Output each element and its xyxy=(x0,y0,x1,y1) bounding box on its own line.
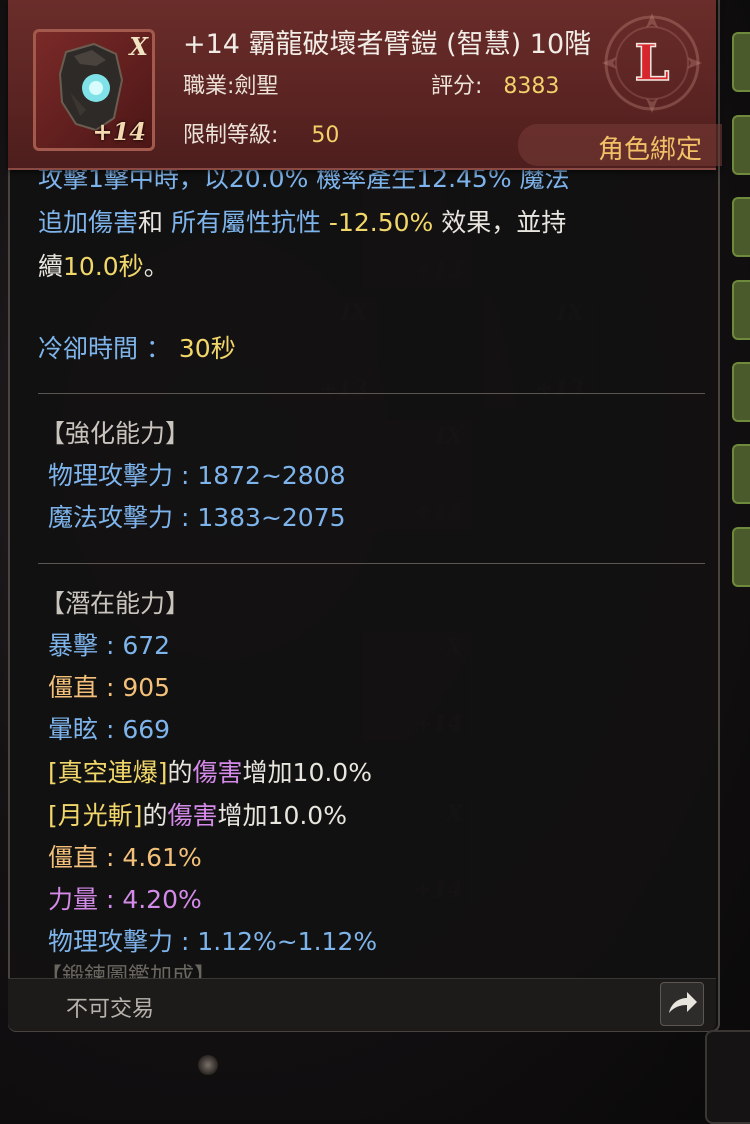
class-value: 劍聖 xyxy=(234,74,279,99)
potential-stat-crit: 暴擊 : 672 xyxy=(48,631,171,660)
level-value: 50 xyxy=(311,123,340,148)
item-icon-slot[interactable]: X +14 xyxy=(33,29,155,151)
share-arrow-icon xyxy=(669,992,697,1013)
side-tab[interactable] xyxy=(732,32,750,92)
effect-resist-value: -12.50% xyxy=(320,208,434,237)
effect-duration-value: 10.0秒 xyxy=(63,252,144,281)
score-value: 8383 xyxy=(503,74,560,99)
glow-dot xyxy=(198,1055,218,1075)
bind-status-badge: 角色綁定 xyxy=(518,124,722,166)
level-label: 限制等級: xyxy=(183,123,279,148)
item-enhance-label: +14 xyxy=(92,117,146,146)
potential-skill1-row: [真空連爆]的傷害增加10.0% xyxy=(48,752,372,794)
bind-status-label: 角色綁定 xyxy=(597,135,702,165)
enhance-stat-matk: 魔法攻擊力 : 1383~2075 xyxy=(48,503,346,532)
side-tab[interactable] xyxy=(732,115,750,175)
divider xyxy=(38,393,705,394)
effect-type-text: 追加傷害 xyxy=(38,208,139,237)
level-row: 限制等級: 50 xyxy=(183,117,339,149)
class-row: 職業:劍聖 xyxy=(183,68,278,100)
share-button[interactable] xyxy=(660,982,704,1026)
side-tab[interactable] xyxy=(732,197,750,257)
enhance-heading: 【強化能力】 xyxy=(40,419,191,448)
effect-dur-suffix: 。 xyxy=(143,252,169,281)
skill1-tail: 增加10.0% xyxy=(242,758,372,787)
potential-pct-str: 力量 : 4.20% xyxy=(48,885,202,914)
side-tab[interactable] xyxy=(732,362,750,422)
cooldown-label: 冷卻時間 ： xyxy=(38,334,171,363)
tooltip-footer: 不可交易 xyxy=(8,978,716,1031)
skill1-mid: 的 xyxy=(167,758,193,787)
potential-pct-patk: 物理攻擊力 : 1.12%~1.12% xyxy=(48,927,378,956)
side-tab[interactable] xyxy=(732,444,750,504)
skill2-dmg: 傷害 xyxy=(167,801,218,830)
side-panel-edge xyxy=(705,1030,750,1124)
enhance-stat-patk: 物理攻擊力 : 1872~2808 xyxy=(48,461,346,490)
skill2-tail: 增加10.0% xyxy=(217,801,347,830)
item-tier-label: X xyxy=(129,32,148,61)
svg-text:L: L xyxy=(634,33,669,92)
skill2-mid: 的 xyxy=(142,801,168,830)
score-row: 評分: 8383 xyxy=(431,68,559,100)
effect-tail-text: 效果，並持 xyxy=(433,208,567,237)
score-label: 評分: xyxy=(431,74,483,99)
grade-emblem-icon: L xyxy=(590,8,710,118)
effect-line-1: 追加傷害和 所有屬性抗性 -12.50% 效果，並持 xyxy=(38,202,566,244)
skill1-name: [真空連爆] xyxy=(48,758,168,787)
skill1-dmg: 傷害 xyxy=(192,758,243,787)
class-label: 職業: xyxy=(183,74,235,99)
cooldown-value: 30秒 xyxy=(178,334,236,363)
potential-stat-stun: 暈眩 : 669 xyxy=(48,715,171,744)
potential-stat-stiff: 僵直 : 905 xyxy=(48,673,171,702)
side-tab[interactable] xyxy=(732,280,750,340)
effect-dur-prefix: 續 xyxy=(38,252,64,281)
effect-line-2: 續10.0秒。 xyxy=(38,246,169,288)
divider xyxy=(38,563,705,564)
side-tab[interactable] xyxy=(732,527,750,587)
potential-heading: 【潛在能力】 xyxy=(40,589,191,618)
effect-resist-text: 所有屬性抗性 xyxy=(170,208,321,237)
item-name: +14 霸龍破壞者臂鎧 (智慧) 10階 xyxy=(183,29,592,60)
skill2-name: [月光斬] xyxy=(48,801,143,830)
cooldown-row: 冷卻時間 ： 30秒 xyxy=(38,328,236,370)
potential-skill2-row: [月光斬]的傷害增加10.0% xyxy=(48,795,347,837)
effect-conj-text: 和 xyxy=(138,208,171,237)
tooltip-header: L X +14 +14 霸龍破壞者臂鎧 (智慧) 10階 職業:劍聖 評分: 8… xyxy=(8,0,722,170)
trade-status-label: 不可交易 xyxy=(66,997,155,1022)
potential-pct-stiff: 僵直 : 4.61% xyxy=(48,843,202,872)
